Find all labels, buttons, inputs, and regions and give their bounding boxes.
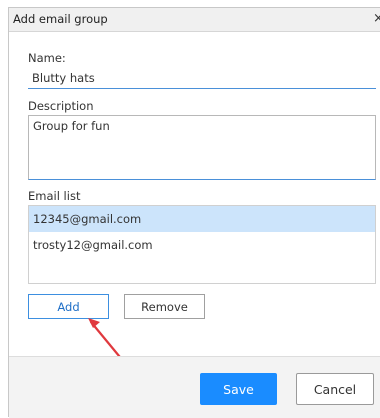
- email-list-item[interactable]: trosty12@gmail.com: [29, 232, 375, 258]
- dialog-footer: Save Cancel: [9, 356, 380, 418]
- email-list[interactable]: 12345@gmail.com trosty12@gmail.com: [28, 205, 376, 284]
- dialog-titlebar: Add email group ×: [9, 8, 380, 32]
- dialog-title: Add email group: [13, 12, 108, 26]
- add-email-group-dialog: Add email group × Name: Description Grou…: [8, 7, 380, 418]
- close-icon[interactable]: ×: [373, 11, 380, 27]
- cancel-button[interactable]: Cancel: [296, 373, 374, 405]
- name-input[interactable]: [28, 67, 376, 89]
- save-button[interactable]: Save: [200, 373, 277, 405]
- email-list-item[interactable]: 12345@gmail.com: [29, 206, 375, 232]
- email-list-label: Email list: [28, 189, 81, 203]
- description-label: Description: [28, 99, 94, 113]
- name-label: Name:: [28, 51, 66, 65]
- description-textarea[interactable]: Group for fun: [28, 115, 376, 180]
